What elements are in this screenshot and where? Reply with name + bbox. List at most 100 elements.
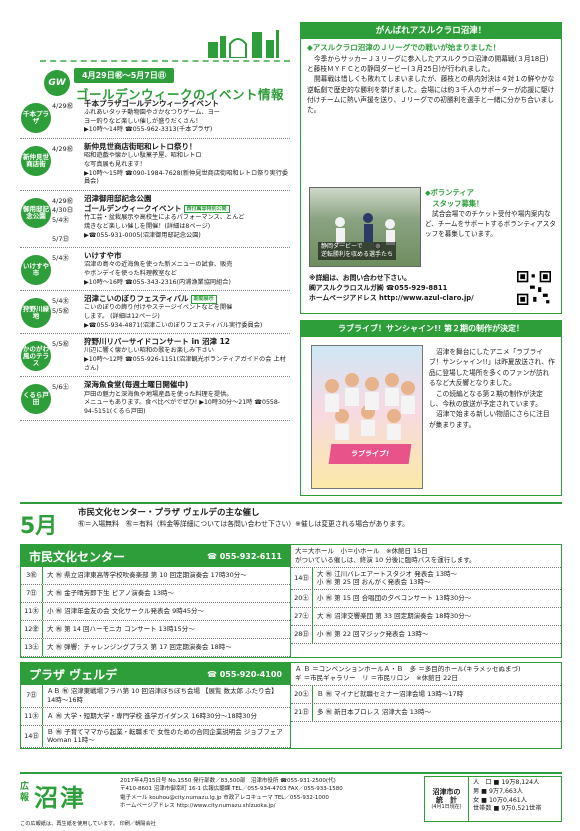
event-date: 4/29㊗ bbox=[52, 102, 74, 110]
volunteer-text: 試合会場でのチケット受付や場内案内など、チームをサポートするボランティアスタッフ… bbox=[425, 210, 556, 239]
homepage-line[interactable]: ホームページアドレス http://www.city.numazu.shizuo… bbox=[120, 802, 390, 810]
event-line: ▶10時～15時 ☎090-1984-7628(新仲見世商店街昭和レトロ祭り実行… bbox=[84, 169, 289, 186]
location-label: いけすや市 bbox=[21, 255, 51, 286]
venue-right-rows: 20㊏ Ｂ ㊒ マイナビ就職セミナー沼津会場 13時～17時 21㊐多 ㊒ 新日本プ… bbox=[291, 685, 561, 722]
event-title-text: 深海魚食堂(毎週土曜日開催中) bbox=[84, 380, 189, 390]
schedule-event: 小 ㊒ 第 22 回マジック発表会 13時～ bbox=[317, 630, 429, 639]
schedule-event: 大 ㊒ 金子晴芳即下生 ピアノ演奏会 13時～ bbox=[47, 589, 175, 598]
schedule-date: 12㊎ bbox=[21, 621, 43, 638]
venue-left-rows: 3㊗大 ㊒ 県立沼津東高等学校吹奏楽部 第 10 回定期演奏会 17時30分～ 7… bbox=[21, 567, 290, 657]
schedule-row: 21㊐多 ㊒ 新日本プロレス 沼津大会 13時～ bbox=[291, 703, 561, 722]
paragraph: 沼津で始まる新しい物語にさらに注目が集まります。 bbox=[429, 410, 550, 429]
location-label: 狩野川緑地 bbox=[21, 298, 51, 329]
event-dates: 4月29日㊗～5月7日㊐ bbox=[74, 68, 174, 83]
schedule-event: Ａ ㊒ 大学・短期大学・専門学校 進学ガイダンス 16時30分～18時30分 bbox=[47, 711, 257, 720]
schedule-date: 11㊍ bbox=[21, 707, 43, 725]
event-line: メニューもあります。食べ比べがでぜひ! ▶10時30分～21時 ☎0558-94… bbox=[84, 399, 280, 415]
schedule-event: 小 ㊒ 第 15 回 合唱団の夕べコンサート 13時30分～ bbox=[317, 594, 472, 603]
schedule-date: 21㊐ bbox=[291, 703, 313, 721]
venue-note: Ａ Ｂ ＝コンベンションホールＡ・Ｂ 多 ＝多目的ホール(キラメッセぬまづ) ギ… bbox=[291, 663, 561, 686]
event-title: 新仲見世商店街昭和レトロ祭り！ bbox=[84, 142, 290, 152]
event-date: 4/29㊗ bbox=[52, 145, 74, 154]
location-label: 新仲見世商店街 bbox=[21, 146, 51, 177]
location-badge: かのがわ風のテラス bbox=[20, 337, 52, 373]
event-date: 5/6㊏ bbox=[52, 383, 69, 392]
inquiry-phone: ㈱アスルクラロスルガ㈱ ☎055-929-8811 bbox=[309, 284, 448, 293]
event-line: します。 (詳細は12ページ) bbox=[84, 313, 160, 320]
schedule-date: 11㊍ bbox=[21, 603, 43, 620]
schedule-row: 7㊐ ＡＢ ㊒ 沼津東戦場フラハ第 10 回沼津ぼちぼち会場 【展覧 数太郎 ふた… bbox=[21, 685, 290, 708]
schedule-event: 大 ㊒ 第 14 回ハーモニカ コンサート 13時15分～ bbox=[47, 625, 195, 634]
anime-key-visual: ラブライブ! bbox=[311, 345, 423, 489]
anime-box: ラブライブ！サンシャイン!! 第２期の制作が決定！ ラブライブ! 沼津を舞台にし… bbox=[300, 320, 562, 496]
schedule-row: 20㊏小 ㊒ 第 15 回 合唱団の夕べコンサート 13時30分～ bbox=[291, 590, 561, 609]
schedule-row: 14㊐ Ｂ ㊒ 子育てママから起業・転職まで 女性のための合同企業説明会 ジョブフ… bbox=[21, 725, 290, 749]
paragraph: 沼津を舞台にしたアニメ「ラブライブ！サンシャイン!!」は昨夏放送され、作品に登場… bbox=[429, 348, 555, 388]
schedule-date: 7㊐ bbox=[21, 685, 43, 707]
event-item: 御用邸記念公園 4/29㊗ 4/30㊐ 5/4㊍ 5/7㊐ 沼津御用邸記念公園 ゴー… bbox=[20, 191, 290, 249]
schedule-date: 20㊏ bbox=[291, 590, 313, 608]
event-item: 千本プラザ 4/29㊗ 千本プラザゴールデンウィークイベント ふれあいタッチ動物園やさ… bbox=[20, 96, 290, 140]
location-label: 千本プラザ bbox=[21, 103, 51, 133]
schedule-date: 3㊗ bbox=[21, 567, 43, 584]
location-badge: 新仲見世商店街 bbox=[20, 142, 52, 187]
event-line: 川辺に響く懐かしい昭和の歌をお楽しみ下さい bbox=[84, 347, 214, 355]
stat-line: 男 ■ 9万7,663人 bbox=[473, 787, 523, 795]
event-item: くるら戸田 5/6㊏ 深海魚食堂(毎週土曜日開催中) 戸田の魅力と深海魚や地場産品を使… bbox=[20, 377, 290, 421]
note: Ａ Ｂ ＝コンベンションホールＡ・Ｂ 多 ＝多目的ホール(キラメッセぬまづ) bbox=[295, 665, 521, 673]
location-badge: 御用邸記念公園 bbox=[20, 194, 52, 244]
note: がついている催しは、終演 10 分後に臨時バスを運行します。 bbox=[295, 555, 476, 564]
event-body: 狩野川リバーサイドコンサート in 沼津 12 川辺に響く懐かしい昭和の歌をお楽し… bbox=[82, 337, 290, 373]
event-title-text: 沼津こいのぼりフェスティバル bbox=[84, 294, 189, 304]
may-events: 5月 市民文化センター・プラザ ヴェルデの主な催し ㊒＝入場無料 ㊒＝有料（料金… bbox=[20, 502, 562, 750]
event-line: 昭和遊戯や懐かしい駄菓子屋、昭和レトロ bbox=[84, 152, 202, 160]
event-title: 沼津御用邸記念公園 ゴールデンウィークイベント 西付属邸特別公開 bbox=[84, 194, 290, 214]
event-title-text: いけすや市 bbox=[84, 251, 122, 261]
note: 大＝大ホール 小＝小ホール ※休館日 15日 bbox=[295, 547, 428, 555]
stat-line: 世帯数 ■ 9万0,521世帯 bbox=[473, 805, 542, 813]
event-line: ▶10時～14時 ☎055-962-3313(千本プラザ) bbox=[84, 126, 213, 134]
qr-code-icon[interactable] bbox=[517, 271, 551, 305]
azul-claro-box: がんばれアスルクラロ沼津！ ◆アスルクラロ沼津のＪリーグでの戦いが始まりました！… bbox=[300, 22, 562, 314]
event-list: 千本プラザ 4/29㊗ 千本プラザゴールデンウィークイベント ふれあいタッチ動物園やさ… bbox=[20, 96, 290, 421]
venue-header: 市民文化センター ☎ 055-932-6111 bbox=[21, 545, 290, 567]
schedule-row: 28㊐小 ㊒ 第 22 回マジック発表会 13時～ bbox=[291, 626, 561, 645]
venue-bunka: 市民文化センター ☎ 055-932-6111 3㊗大 ㊒ 県立沼津東高等学校吹… bbox=[20, 544, 562, 658]
event-body: 沼津御用邸記念公園 ゴールデンウィークイベント 西付属邸特別公開 竹工芸・盆栽展示や… bbox=[82, 194, 290, 244]
event-title: いけすや市 bbox=[84, 251, 290, 261]
inquiry-note: ※詳細は、お問い合わせ下さい。 bbox=[309, 274, 411, 282]
gw-header: GW 4月29日㊗～5月7日㊐ ゴールデンウィークのイベント情報 bbox=[20, 22, 290, 102]
venue-phone: ☎ 055-920-4100 bbox=[206, 669, 282, 679]
event-line: ▶10時～12時 ☎055-926-1151(沼津観光ボランティアガイドの会 上… bbox=[84, 356, 286, 372]
schedule-date: 14㊐ bbox=[21, 725, 43, 748]
event-line: 沼津の島々の近海魚を使った新メニューの試食、販売 bbox=[84, 261, 233, 269]
event-item: かのがわ風のテラス 5/5㊗ 狩野川リバーサイドコンサート in 沼津 12 川辺に響… bbox=[20, 334, 290, 378]
may-legend: ㊒＝入場無料 ㊒＝有料（料金等詳細については各問い合わせ下さい）※催しは変更され… bbox=[78, 520, 409, 529]
volunteer-title: ◆ボランティア スタッフ募集！ bbox=[425, 188, 484, 209]
stat-line: 人 口 ■ 19万8,124人 bbox=[473, 779, 540, 786]
event-body: 千本プラザゴールデンウィークイベント ふれあいタッチ動物園やさかなつりゲーム、ヨー… bbox=[82, 99, 290, 135]
may-header: 5月 市民文化センター・プラザ ヴェルデの主な催し ㊒＝入場無料 ㊒＝有料（料金… bbox=[20, 502, 562, 540]
paragraph: この続編となる第２期の制作が決定し、今秋の放送が予定されています。 bbox=[429, 389, 543, 408]
event-line: ▶☎055-931-0005(沼津御用邸記念公園) bbox=[84, 231, 201, 239]
box-header: ラブライブ！サンシャイン!! 第２期の制作が決定！ bbox=[301, 321, 561, 337]
logo-big: 沼津 bbox=[34, 784, 86, 812]
event-date: 5/4㊍ bbox=[52, 254, 69, 263]
schedule-date: 28㊐ bbox=[291, 626, 313, 644]
anime-logo: ラブライブ! bbox=[328, 444, 412, 464]
venue-phone: ☎ 055-932-6111 bbox=[206, 551, 282, 561]
schedule-date: 13㊏ bbox=[21, 639, 43, 656]
location-badge: 千本プラザ bbox=[20, 99, 52, 135]
homepage-link[interactable]: ホームページアドレス http://www.azul-claro.jp/ bbox=[309, 293, 489, 303]
location-badge: 狩野川緑地 bbox=[20, 294, 52, 330]
match-photo: 静岡ダービーで 逆転勝利を収める選手たち bbox=[309, 187, 421, 267]
event-body: 深海魚食堂(毎週土曜日開催中) 戸田の魅力と深海魚や地場産品を使った料理を提供。メ… bbox=[82, 380, 290, 416]
event-item: 新仲見世商店街 4/29㊗ 新仲見世商店街昭和レトロ祭り！ 昭和遊戯や懐かしい駄菓子屋… bbox=[20, 139, 290, 191]
event-title-text: 沼津御用邸記念公園 ゴールデンウィークイベント bbox=[84, 193, 182, 214]
inquiry: ※詳細は、お問い合わせ下さい。 ㈱アスルクラロスルガ㈱ ☎055-929-881… bbox=[309, 273, 489, 304]
schedule-date: 7㊐ bbox=[21, 585, 43, 602]
event-title-text: 新仲見世商店街昭和レトロ祭り！ bbox=[84, 142, 197, 152]
schedule-date: 27㊏ bbox=[291, 608, 313, 626]
schedule-row: 20㊏ Ｂ ㊒ マイナビ就職セミナー沼津会場 13時～17時 bbox=[291, 685, 561, 704]
event-line: ▶☎055-934-4871(沼津こいのぼりフェスティバル実行委員会) bbox=[84, 321, 263, 329]
